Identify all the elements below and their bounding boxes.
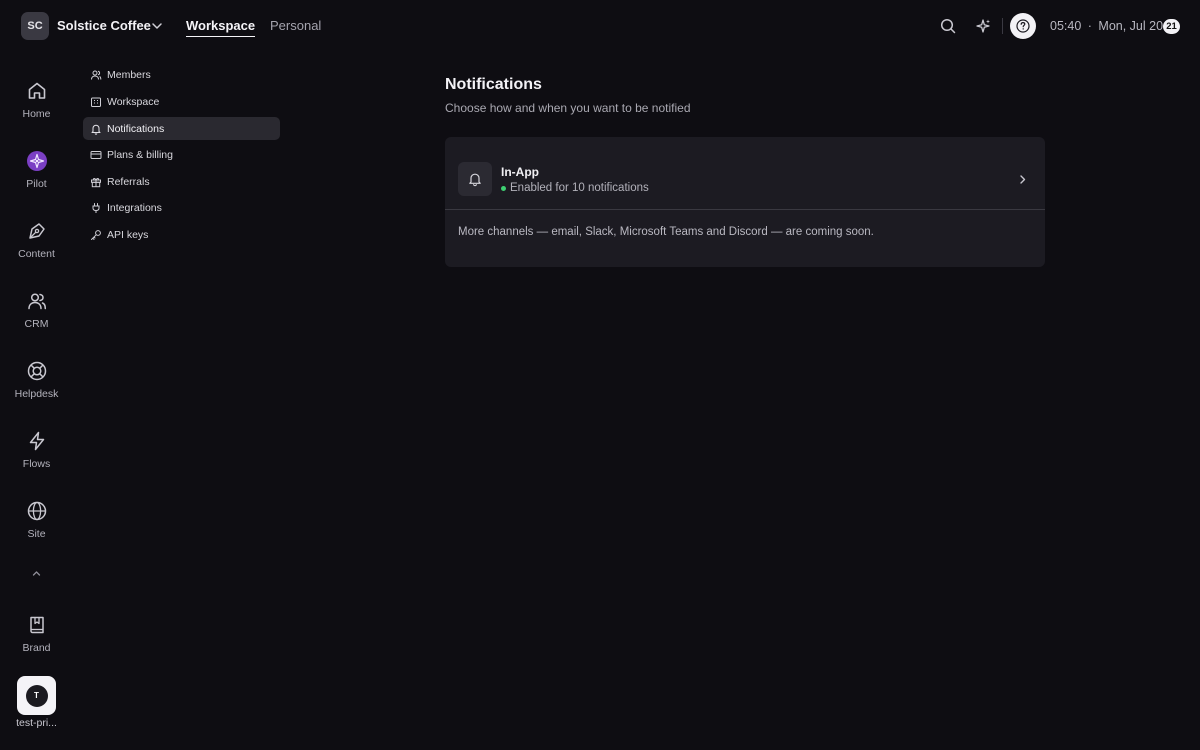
building-icon	[91, 97, 101, 107]
rail-label-brand: Brand	[22, 642, 51, 654]
credit-card-icon	[90, 150, 102, 159]
chevron-up-icon[interactable]	[30, 567, 43, 580]
coming-soon-note: More channels — email, Slack, Microsoft …	[458, 226, 874, 238]
plug-icon	[92, 202, 100, 213]
rail-item-crm[interactable]: CRM	[0, 290, 73, 330]
rail-item-pilot[interactable]: Pilot	[0, 150, 73, 190]
settings-nav-label: Integrations	[107, 201, 162, 214]
settings-nav-integrations[interactable]: Integrations	[83, 196, 280, 219]
rail-item-brand[interactable]: Brand	[0, 614, 73, 654]
rail-label-content: Content	[18, 248, 55, 260]
key-icon	[91, 229, 101, 240]
settings-nav-label: Members	[107, 68, 151, 81]
rail-label-home: Home	[22, 108, 51, 120]
rail-item-home[interactable]: Home	[0, 80, 73, 120]
settings-nav-plans-billing[interactable]: Plans & billing	[83, 143, 280, 166]
header-divider	[1002, 18, 1003, 34]
bell-icon	[469, 173, 481, 187]
rail-item-flows[interactable]: Flows	[0, 430, 73, 470]
home-icon	[28, 82, 45, 99]
gift-icon	[91, 177, 101, 187]
globe-icon	[27, 501, 46, 521]
bell-icon	[91, 124, 101, 135]
rail-label-crm: CRM	[24, 318, 49, 330]
sparkles-icon[interactable]	[974, 17, 992, 35]
clock: 05:40 · Mon, Jul 20	[1050, 19, 1163, 33]
settings-nav-members[interactable]: Members	[83, 63, 280, 86]
settings-nav-label: Workspace	[107, 95, 160, 108]
in-app-channel-row[interactable]: In-App Enabled for 10 notifications	[445, 137, 1045, 210]
chevron-right-icon[interactable]	[1016, 173, 1029, 186]
workspace-name[interactable]: Solstice Coffee	[57, 18, 151, 33]
rail-item-content[interactable]: Content	[0, 220, 73, 260]
page-title: Notifications	[445, 76, 542, 93]
chevron-down-icon[interactable]	[150, 19, 164, 33]
users-icon	[91, 70, 102, 80]
top-bar: SC Solstice Coffee Workspace Personal 05…	[0, 0, 1200, 52]
settings-nav-label: Plans & billing	[107, 148, 173, 161]
settings-nav-api-keys[interactable]: API keys	[83, 223, 280, 246]
channel-icon-box	[458, 162, 492, 196]
notification-channels-card: In-App Enabled for 10 notifications More…	[445, 137, 1045, 267]
settings-nav-workspace[interactable]: Workspace	[83, 90, 280, 113]
lifebuoy-icon	[27, 361, 46, 381]
settings-nav-referrals[interactable]: Referrals	[83, 170, 280, 193]
page-subtitle: Choose how and when you want to be notif…	[445, 101, 691, 115]
user-avatar: T	[25, 684, 48, 707]
settings-nav-label: Notifications	[107, 122, 165, 135]
search-icon[interactable]	[939, 17, 957, 35]
tab-workspace[interactable]: Workspace	[186, 18, 256, 37]
lightning-icon	[29, 431, 44, 451]
rail-label-helpdesk: Helpdesk	[14, 388, 59, 400]
settings-nav-label: Referrals	[107, 175, 150, 188]
rail-item-site[interactable]: Site	[0, 500, 73, 540]
user-avatar-tile[interactable]: T	[17, 676, 56, 715]
status-dot	[501, 185, 506, 191]
pen-icon	[28, 223, 45, 239]
clock-date: Mon, Jul 20	[1098, 19, 1164, 33]
help-button[interactable]	[1010, 13, 1036, 39]
clock-time: 05:40	[1050, 19, 1082, 33]
rail-label-flows: Flows	[22, 458, 51, 470]
user-label: test-pri...	[16, 717, 57, 729]
help-icon	[1016, 19, 1030, 33]
rail-item-helpdesk[interactable]: Helpdesk	[0, 360, 73, 400]
settings-nav-notifications[interactable]: Notifications	[83, 117, 280, 140]
settings-nav-label: API keys	[107, 228, 149, 241]
book-icon	[29, 616, 44, 634]
channel-status: Enabled for 10 notifications	[501, 182, 649, 194]
pilot-icon	[26, 151, 47, 171]
rail-label-pilot: Pilot	[26, 178, 47, 190]
notification-count-badge[interactable]: 21	[1163, 19, 1180, 34]
workspace-avatar[interactable]: SC	[21, 12, 49, 40]
clock-separator: ·	[1087, 19, 1092, 33]
rail-label-site: Site	[27, 528, 46, 540]
channel-status-text: Enabled for 10 notifications	[510, 182, 649, 194]
users-icon	[27, 293, 46, 310]
channel-title: In-App	[501, 165, 539, 179]
tab-personal[interactable]: Personal	[270, 18, 321, 33]
